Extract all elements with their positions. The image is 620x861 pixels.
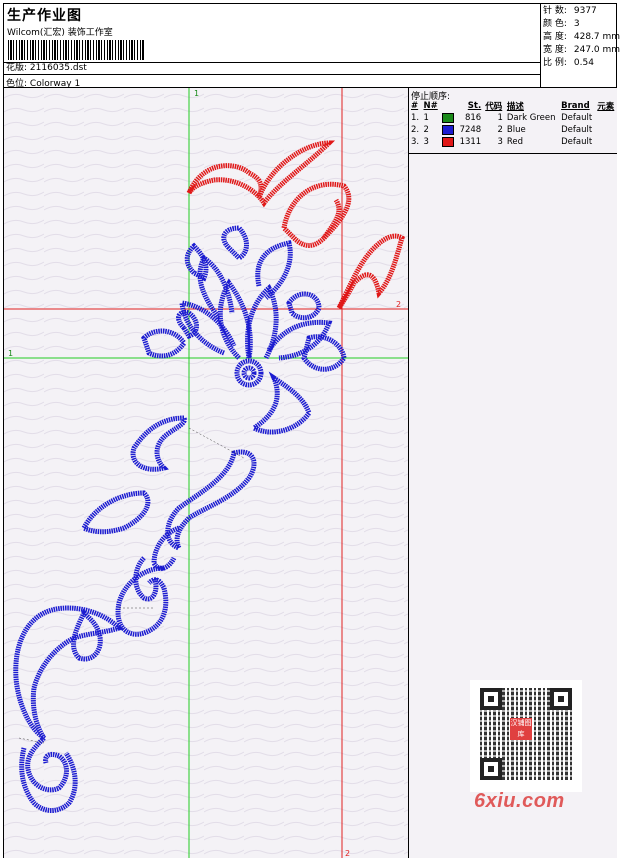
spec-width: 宽 度: 247.0 mm <box>543 45 620 55</box>
table-divider <box>409 153 617 154</box>
design-label: 花版: <box>6 63 28 73</box>
stop-sequence-table: # N# St. 代码 描述 Brand 元素 1. 1 816 1 Dark … <box>409 100 617 148</box>
qr-finder-icon <box>550 688 572 710</box>
col-num: # <box>411 101 419 111</box>
col-n: N# <box>423 101 438 111</box>
spec-height: 高 度: 428.7 mm <box>543 32 620 42</box>
header-panel: 生产作业图 Wilcom(汇宏) 装饰工作室 花版: 2116035.dst 色… <box>4 4 541 89</box>
table-row[interactable]: 3. 3 1311 3 Red Default <box>409 136 617 148</box>
page-title: 生产作业图 <box>7 8 82 24</box>
spec-panel: 针 数: 9377 颜 色: 3 高 度: 428.7 mm 宽 度: 247.… <box>541 4 620 88</box>
qr-code: 汉铺图库 <box>470 680 582 792</box>
color-swatch <box>442 136 455 147</box>
studio-name: Wilcom(汇宏) 装饰工作室 <box>7 28 113 38</box>
watermark-logo: 6xiu.com <box>474 790 565 812</box>
green-guide-label-left: 1 <box>8 349 13 358</box>
col-desc: 描述 <box>506 102 524 112</box>
table-row[interactable]: 2. 2 7248 2 Blue Default <box>409 124 617 136</box>
color-swatch <box>442 112 455 123</box>
green-guide-label-top: 1 <box>194 89 199 98</box>
col-code: 代码 <box>485 102 503 112</box>
table-header-row: # N# St. 代码 描述 Brand 元素 <box>409 100 617 112</box>
design-name-row: 花版: 2116035.dst <box>4 62 541 75</box>
red-guide-label-right: 2 <box>396 300 401 309</box>
design-canvas[interactable]: 1 1 2 2 <box>4 88 409 858</box>
seal-stamp: 汉铺图库 <box>510 718 532 740</box>
qr-finder-icon <box>480 688 502 710</box>
col-stitches: St. <box>467 101 482 111</box>
col-brand: Brand <box>561 101 590 111</box>
barcode <box>8 40 144 60</box>
spec-colors: 颜 色: 3 <box>543 19 580 29</box>
color-swatch <box>442 124 455 135</box>
qr-finder-icon <box>480 758 502 780</box>
embroidery-design: 1 1 2 2 <box>4 88 408 858</box>
col-swatch <box>440 100 456 112</box>
spec-stitches: 针 数: 9377 <box>543 6 597 16</box>
table-row[interactable]: 1. 1 816 1 Dark Green Default <box>409 112 617 124</box>
spec-scale: 比 例: 0.54 <box>543 58 594 68</box>
red-guide-label-bottom: 2 <box>345 849 350 858</box>
col-element: 元素 <box>597 102 615 112</box>
design-value: 2116035.dst <box>29 63 87 73</box>
